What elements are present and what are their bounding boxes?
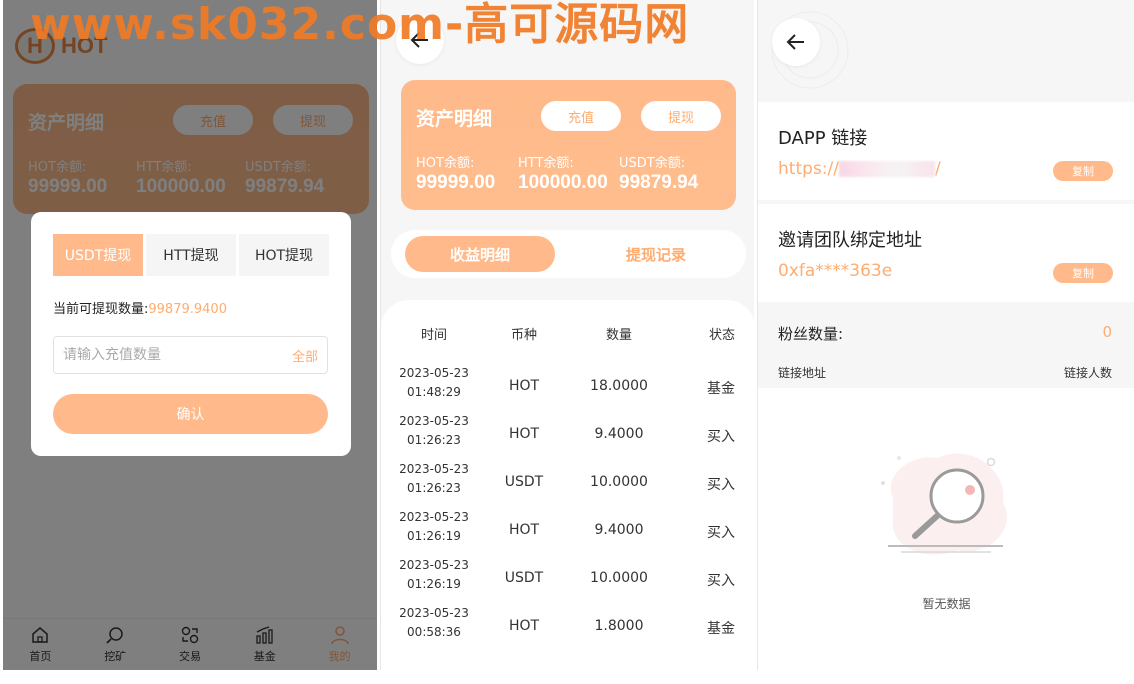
header-time: 时间 (420, 328, 447, 343)
header-amount: 数量 (605, 328, 632, 343)
tab-withdraw-records[interactable]: 提现记录 (581, 236, 731, 272)
column-link-address: 链接地址 (778, 366, 827, 380)
row-status: 买入 (707, 429, 735, 445)
row-amount: 1.8000 (594, 618, 644, 634)
row-amount: 9.4000 (594, 426, 644, 442)
usdt-balance-value: 99879.94 (619, 172, 699, 193)
row-date: 2023-05-23 (399, 606, 469, 620)
hot-balance-value: 99999.00 (416, 172, 496, 193)
available-amount: 当前可提现数量:99879.9400 (53, 298, 227, 317)
tab-htt-withdraw[interactable]: HTT提现 (146, 234, 236, 276)
withdraw-button[interactable]: 提现 (641, 101, 721, 131)
recharge-button[interactable]: 充值 (541, 101, 621, 131)
dapp-link-suffix: / (934, 159, 941, 179)
table-row: 2023-05-23 00:58:36 HOT 1.8000 基金 (381, 604, 754, 652)
record-type-segment: 收益明细 提现记录 (391, 230, 746, 278)
row-date: 2023-05-23 (399, 414, 469, 428)
screenshot-collage: www.sk032.com-高可源码网 H HOT 资产明细 充值 提现 HOT… (0, 0, 1134, 684)
table-row: 2023-05-23 01:26:19 HOT 9.4000 买入 (381, 508, 754, 556)
table-row: 2023-05-23 01:26:23 HOT 9.4000 买入 (381, 412, 754, 460)
htt-balance-label: HTT余额: (518, 156, 574, 171)
fans-label: 粉丝数量: (778, 325, 844, 343)
row-time: 2023-05-23 00:58:36 (391, 604, 477, 642)
table-header: 时间 币种 数量 状态 (381, 324, 754, 344)
assets-card: 资产明细 充值 提现 HOT余额: HTT余额: USDT余额: 99999.0… (401, 80, 736, 210)
row-time: 2023-05-23 01:26:19 (391, 556, 477, 594)
amount-input[interactable] (63, 347, 292, 363)
row-date: 2023-05-23 (399, 510, 469, 524)
team-address-title: 邀请团队绑定地址 (778, 230, 922, 251)
header-coin: 币种 (510, 328, 537, 343)
row-coin: USDT (504, 570, 544, 586)
row-time: 2023-05-23 01:26:23 (391, 460, 477, 498)
row-clock: 00:58:36 (407, 625, 461, 639)
arrow-left-icon (786, 34, 804, 50)
row-date: 2023-05-23 (399, 558, 469, 572)
table-row: 2023-05-23 01:26:23 USDT 10.0000 买入 (381, 460, 754, 508)
row-amount: 10.0000 (590, 570, 648, 586)
row-coin: HOT (508, 426, 540, 442)
row-status: 买入 (707, 525, 735, 541)
dapp-link-value: https:// / (778, 159, 941, 179)
row-clock: 01:26:23 (407, 481, 461, 495)
row-clock: 01:26:19 (407, 577, 461, 591)
back-button[interactable] (772, 18, 820, 66)
row-status: 买入 (707, 477, 735, 493)
table-row: 2023-05-23 01:48:29 HOT 18.0000 基金 (381, 364, 754, 412)
all-button[interactable]: 全部 (292, 346, 318, 365)
tab-usdt-withdraw[interactable]: USDT提现 (53, 234, 143, 276)
dapp-link-card: DAPP 链接 https:// / 复制 (758, 102, 1134, 200)
withdraw-modal: USDT提现 HTT提现 HOT提现 当前可提现数量:99879.9400 全部… (31, 212, 351, 456)
confirm-button[interactable]: 确认 (53, 394, 328, 434)
asset-details-screen: 资产明细 充值 提现 HOT余额: HTT余额: USDT余额: 99999.0… (380, 0, 754, 670)
empty-search-icon (881, 453, 1007, 555)
header-status: 状态 (708, 328, 735, 343)
empty-list-area (758, 388, 1134, 670)
watermark: www.sk032.com-高可源码网 (30, 0, 690, 50)
hot-balance-label: HOT余额: (416, 156, 475, 171)
copy-dapp-link-button[interactable]: 复制 (1053, 161, 1113, 181)
row-coin: USDT (504, 474, 544, 490)
column-link-people: 链接人数 (1063, 366, 1112, 380)
row-status: 买入 (707, 573, 735, 589)
row-date: 2023-05-23 (399, 366, 469, 380)
row-status: 基金 (707, 381, 735, 397)
row-amount: 10.0000 (590, 474, 648, 490)
available-value: 99879.9400 (148, 302, 227, 317)
tab-income-details[interactable]: 收益明细 (405, 236, 555, 272)
amount-field: 全部 (53, 336, 328, 374)
row-time: 2023-05-23 01:26:23 (391, 412, 477, 450)
row-amount: 18.0000 (590, 378, 648, 394)
row-coin: HOT (508, 378, 540, 394)
table-row: 2023-05-23 01:26:19 USDT 10.0000 买入 (381, 556, 754, 604)
row-clock: 01:48:29 (407, 385, 461, 399)
tab-hot-withdraw[interactable]: HOT提现 (239, 234, 329, 276)
row-status: 基金 (707, 621, 735, 637)
row-date: 2023-05-23 (399, 462, 469, 476)
withdraw-type-tabs: USDT提现 HTT提现 HOT提现 (53, 234, 329, 276)
assets-title: 资产明细 (416, 108, 493, 130)
team-address-card: 邀请团队绑定地址 0xfa****363e 复制 (758, 204, 1134, 302)
empty-state-text: 暂无数据 (922, 597, 971, 611)
row-amount: 9.4000 (594, 522, 644, 538)
row-coin: HOT (508, 522, 540, 538)
withdraw-screen: H HOT 资产明细 充值 提现 HOT余额: HTT余额: USDT余额: 9… (3, 0, 377, 670)
dapp-link-title: DAPP 链接 (778, 128, 868, 149)
row-time: 2023-05-23 01:48:29 (391, 364, 477, 402)
dapp-link-prefix: https:// (778, 159, 839, 179)
row-coin: HOT (508, 618, 540, 634)
row-clock: 01:26:23 (407, 433, 461, 447)
fans-count: 0 (1102, 323, 1112, 341)
available-label: 当前可提现数量: (53, 302, 149, 317)
redacted-domain (838, 161, 935, 177)
row-time: 2023-05-23 01:26:19 (391, 508, 477, 546)
team-address-value: 0xfa****363e (778, 261, 893, 281)
usdt-balance-label: USDT余额: (619, 156, 686, 171)
htt-balance-value: 100000.00 (518, 172, 608, 193)
row-clock: 01:26:19 (407, 529, 461, 543)
copy-team-address-button[interactable]: 复制 (1053, 263, 1113, 283)
records-table: 时间 币种 数量 状态 2023-05-23 01:48:29 HOT 18.00… (381, 300, 754, 670)
invite-screen: DAPP 链接 https:// / 复制 邀请团队绑定地址 0xfa****36… (757, 0, 1134, 670)
